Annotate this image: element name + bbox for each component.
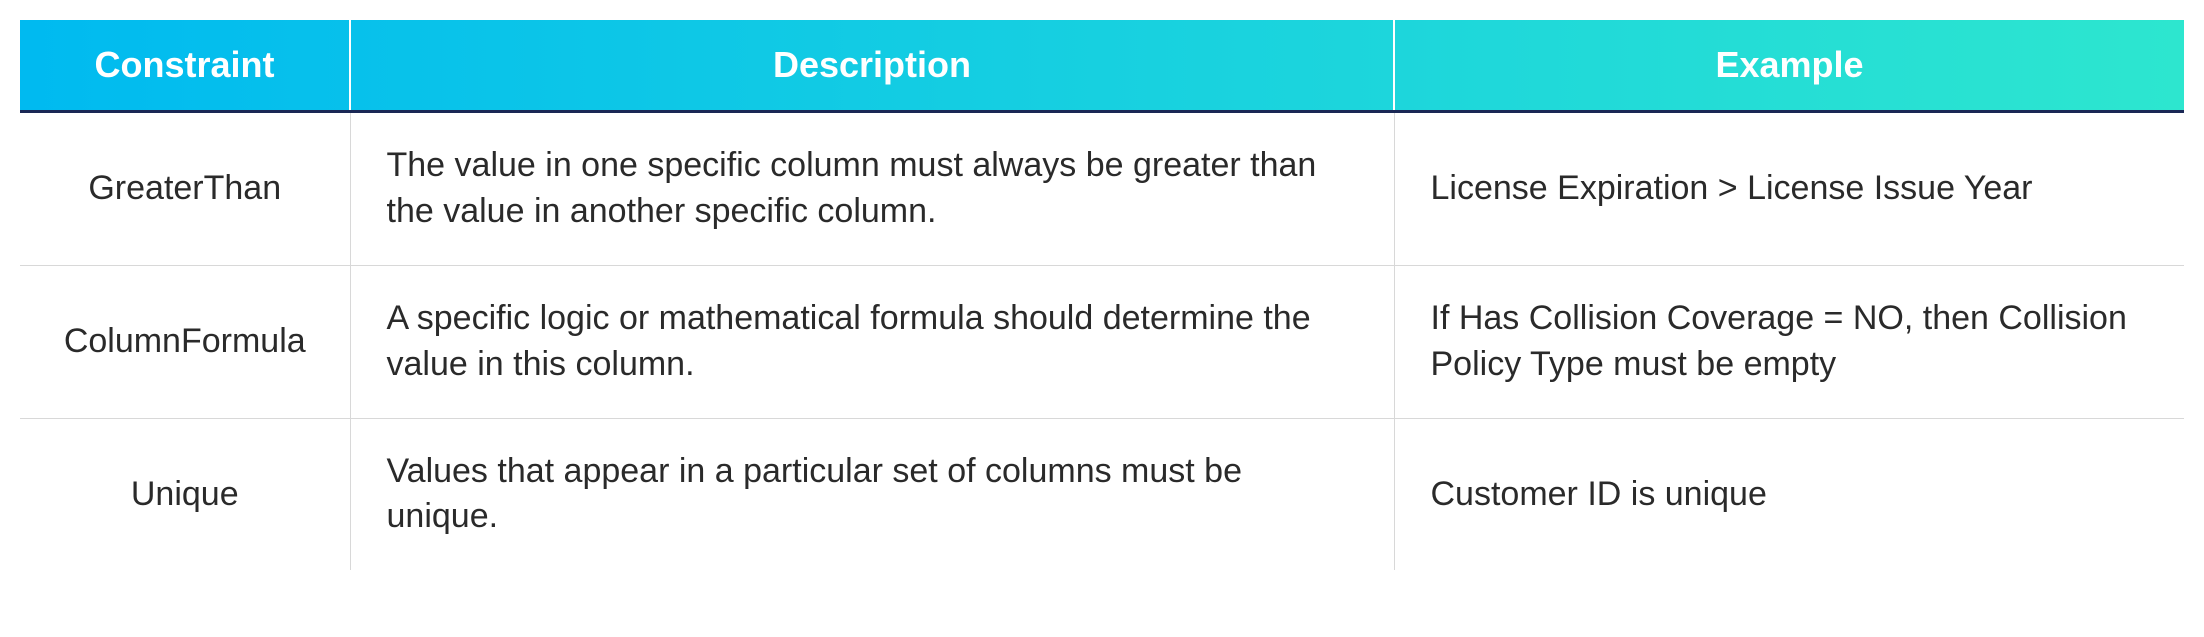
constraints-table-container: Constraint Description Example GreaterTh… bbox=[20, 20, 2184, 570]
cell-example: License Expiration > License Issue Year bbox=[1394, 112, 2184, 266]
header-constraint: Constraint bbox=[20, 20, 350, 112]
cell-constraint: GreaterThan bbox=[20, 112, 350, 266]
cell-constraint: ColumnFormula bbox=[20, 265, 350, 418]
table-row: Unique Values that appear in a particula… bbox=[20, 418, 2184, 570]
header-example: Example bbox=[1394, 20, 2184, 112]
table-header-row: Constraint Description Example bbox=[20, 20, 2184, 112]
cell-constraint: Unique bbox=[20, 418, 350, 570]
header-description: Description bbox=[350, 20, 1394, 112]
cell-description: The value in one specific column must al… bbox=[350, 112, 1394, 266]
constraints-table: Constraint Description Example GreaterTh… bbox=[20, 20, 2184, 570]
table-row: GreaterThan The value in one specific co… bbox=[20, 112, 2184, 266]
cell-example: Customer ID is unique bbox=[1394, 418, 2184, 570]
cell-description: A specific logic or mathematical formula… bbox=[350, 265, 1394, 418]
cell-description: Values that appear in a particular set o… bbox=[350, 418, 1394, 570]
table-row: ColumnFormula A specific logic or mathem… bbox=[20, 265, 2184, 418]
cell-example: If Has Collision Coverage = NO, then Col… bbox=[1394, 265, 2184, 418]
